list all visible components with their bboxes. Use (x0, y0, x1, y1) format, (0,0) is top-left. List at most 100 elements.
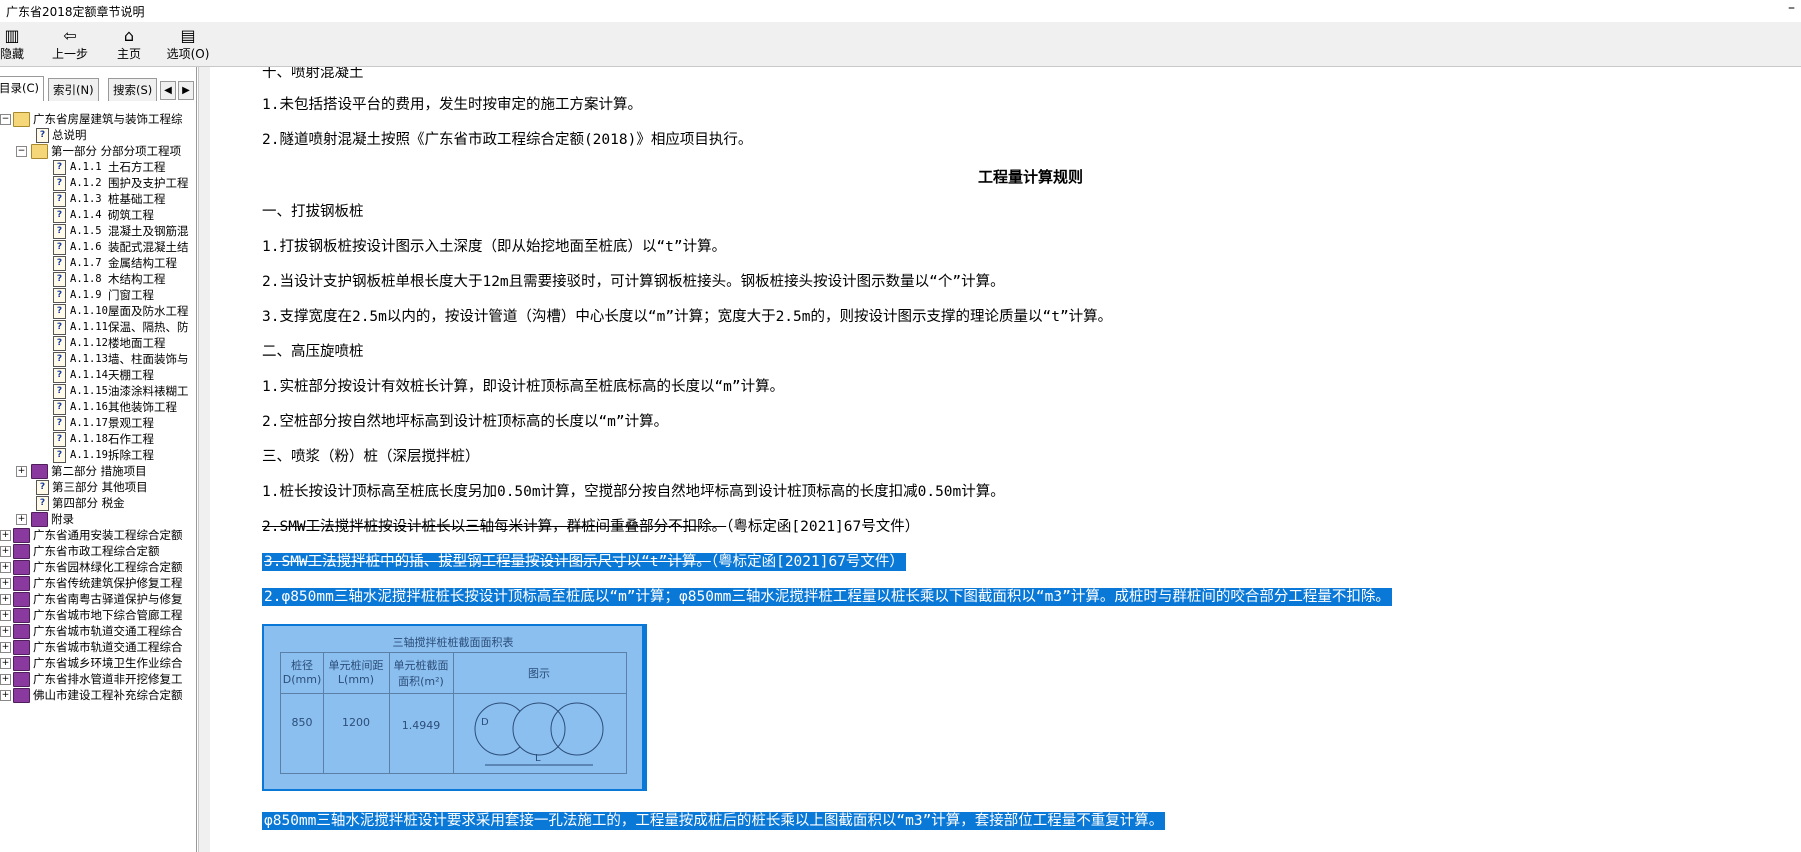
expand-icon[interactable]: + (16, 514, 27, 525)
chapter-name: 混凝土及钢筋混 (108, 224, 189, 238)
chapter-code: A.1.7 (70, 257, 102, 269)
tree-item-part3[interactable]: ? 第三部分 其他项目 (0, 479, 190, 495)
chapter-code: A.1.17 (70, 417, 108, 429)
tree-item-chapter[interactable]: ? A.1.1 土石方工程 (0, 159, 190, 175)
tree-item-chapter[interactable]: ? A.1.13 墙、柱面装饰与 (0, 351, 190, 367)
tree-item-label: 广东省城市轨道交通工程综合 (33, 640, 183, 654)
tree-item-label: 广东省房屋建筑与装饰工程综 (33, 112, 183, 126)
expand-icon[interactable]: + (0, 562, 11, 573)
collapse-icon[interactable]: − (0, 114, 11, 125)
tree-item-appendix[interactable]: + 附录 (0, 511, 190, 527)
chapter-code: A.1.6 (70, 241, 102, 253)
tree-item-chapter[interactable]: ? A.1.18 石作工程 (0, 431, 190, 447)
expand-icon[interactable]: + (0, 546, 11, 557)
home-button[interactable]: ⌂ 主页 (101, 24, 157, 64)
paragraph: 1.桩长按设计顶标高至桩底长度另加0.50m计算，空搅部分按自然地坪标高到设计桩… (262, 484, 1005, 500)
tree-item-quota-book[interactable]: + 广东省排水管道非开挖修复工 (0, 671, 190, 687)
tree-item-part1[interactable]: − 第一部分 分部分项工程项 (0, 143, 190, 159)
struck-text: 3.SMW工法搅拌桩中的插、拔型钢工程量按设计图示尺寸以“t”计算。 (264, 554, 711, 570)
close-icon[interactable]: – (1788, 0, 1795, 16)
tree-item-quota-book[interactable]: + 广东省南粤古驿道保护与修复 (0, 591, 190, 607)
help-page-icon: ? (53, 384, 66, 399)
table-col-diagram: 图示 D L (453, 653, 625, 773)
tree-item-chapter[interactable]: ? A.1.6 装配式混凝土结 (0, 239, 190, 255)
tree-item-chapter[interactable]: ? A.1.8 木结构工程 (0, 271, 190, 287)
tree-item-chapter[interactable]: ? A.1.17 景观工程 (0, 415, 190, 431)
tree-item-root[interactable]: − 广东省房屋建筑与装饰工程综 (0, 111, 190, 127)
tree-item-label: 第一部分 分部分项工程项 (51, 144, 182, 158)
collapse-icon[interactable]: − (16, 146, 27, 157)
tree-item-quota-book[interactable]: + 广东省城市轨道交通工程综合 (0, 639, 190, 655)
tree-item-label: 广东省城市地下综合管廊工程 (33, 608, 183, 622)
tree-item-chapter[interactable]: ? A.1.9 门窗工程 (0, 287, 190, 303)
tree-item-chapter[interactable]: ? A.1.5 混凝土及钢筋混 (0, 223, 190, 239)
tree-item-chapter[interactable]: ? A.1.15 油漆涂料裱糊工 (0, 383, 190, 399)
paragraph-selected: φ850mm三轴水泥搅拌桩设计要求采用套接一孔法施工的，工程量按成桩后的桩长乘以… (262, 809, 1166, 830)
tree-item-quota-book[interactable]: + 佛山市建设工程补充综合定额 (0, 687, 190, 703)
tree-item-label: 广东省通用安装工程综合定额 (33, 528, 183, 542)
book-icon (13, 688, 30, 703)
expand-icon[interactable]: + (0, 610, 11, 621)
book-icon (13, 560, 30, 575)
tree-item-chapter[interactable]: ? A.1.2 围护及支护工程 (0, 175, 190, 191)
tree-item-quota-book[interactable]: + 广东省市政工程综合定额 (0, 543, 190, 559)
tab-contents[interactable]: 目录(C) (0, 76, 45, 101)
home-label: 主页 (116, 47, 141, 61)
tree-item-quota-book[interactable]: + 广东省通用安装工程综合定额 (0, 527, 190, 543)
tree-item-chapter[interactable]: ? A.1.19 拆除工程 (0, 447, 190, 463)
tree-item-chapter[interactable]: ? A.1.10 屋面及防水工程 (0, 303, 190, 319)
tree-item-quota-book[interactable]: + 广东省园林绿化工程综合定额 (0, 559, 190, 575)
tree-item-chapter[interactable]: ? A.1.14 天棚工程 (0, 367, 190, 383)
tree-item-quota-book[interactable]: + 广东省城市地下综合管廊工程 (0, 607, 190, 623)
tab-scroll-right-icon[interactable]: ▶ (178, 81, 194, 100)
tree-item-label: 第四部分 税金 (52, 496, 125, 510)
expand-icon[interactable]: + (0, 658, 11, 669)
expand-icon[interactable]: + (0, 626, 11, 637)
chapter-name: 装配式混凝土结 (108, 240, 189, 254)
expand-icon[interactable]: + (0, 530, 11, 541)
chapter-name: 景观工程 (108, 416, 154, 430)
tree-item-quota-book[interactable]: + 广东省城市轨道交通工程综合 (0, 623, 190, 639)
tree-item-general[interactable]: ? 总说明 (0, 127, 190, 143)
hide-button[interactable]: ▥ 隐藏 (0, 24, 40, 64)
expand-icon[interactable]: + (0, 642, 11, 653)
chapter-name: 围护及支护工程 (108, 176, 189, 190)
tree-item-chapter[interactable]: ? A.1.3 桩基础工程 (0, 191, 190, 207)
help-page-icon: ? (53, 368, 66, 383)
expand-icon[interactable]: + (0, 594, 11, 605)
tree-item-part2[interactable]: + 第二部分 措施项目 (0, 463, 190, 479)
back-arrow-icon: ⇦ (63, 26, 77, 45)
paragraph-revised: 2.SMW工法搅拌桩按设计桩长以三轴每米计算，群桩间重叠部分不扣除。（粤标定函[… (262, 515, 919, 536)
tree-item-label: 总说明 (52, 128, 87, 142)
tab-index[interactable]: 索引(N) (48, 78, 99, 101)
tree-item-part4[interactable]: ? 第四部分 税金 (0, 495, 190, 511)
chapter-name: 天棚工程 (108, 368, 154, 382)
tree-item-label: 广东省城市轨道交通工程综合 (33, 624, 183, 638)
tab-scroll-left-icon[interactable]: ◀ (160, 81, 176, 100)
tree-item-chapter[interactable]: ? A.1.11 保温、隔热、防 (0, 319, 190, 335)
paragraph-selected: 3.SMW工法搅拌桩中的插、拔型钢工程量按设计图示尺寸以“t”计算。（粤标定函[… (262, 550, 906, 571)
tree-item-quota-book[interactable]: + 广东省传统建筑保护修复工程 (0, 575, 190, 591)
expand-icon[interactable]: + (16, 466, 27, 477)
tree-item-chapter[interactable]: ? A.1.16 其他装饰工程 (0, 399, 190, 415)
help-page-icon: ? (53, 304, 66, 319)
expand-icon[interactable]: + (0, 690, 11, 701)
expand-icon[interactable]: + (0, 578, 11, 589)
tree-item-chapter[interactable]: ? A.1.12 楼地面工程 (0, 335, 190, 351)
help-page-icon: ? (53, 288, 66, 303)
help-page-icon: ? (53, 208, 66, 223)
options-button[interactable]: ▤ 选项(O) (160, 24, 216, 64)
selected-text: 2.φ850mm三轴水泥搅拌桩桩长按设计顶标高至桩底以“m”计算；φ850mm三… (262, 588, 1392, 606)
hide-icon: ▥ (4, 26, 20, 45)
expand-icon[interactable]: + (0, 674, 11, 685)
tree-item-quota-book[interactable]: + 广东省城乡环境卫生作业综合 (0, 655, 190, 671)
chapter-name: 桩基础工程 (108, 192, 166, 206)
tree-item-chapter[interactable]: ? A.1.7 金属结构工程 (0, 255, 190, 271)
book-icon (31, 464, 48, 479)
paragraph: 2.空桩部分按自然地坪标高到设计桩顶标高的长度以“m”计算。 (262, 414, 669, 430)
open-book-icon (31, 144, 48, 159)
tree-item-chapter[interactable]: ? A.1.4 砌筑工程 (0, 207, 190, 223)
tab-search[interactable]: 搜索(S) (108, 78, 158, 101)
back-button[interactable]: ⇦ 上一步 (42, 24, 98, 64)
revision-note: （粤标定函[2021]67号文件） (726, 519, 920, 535)
